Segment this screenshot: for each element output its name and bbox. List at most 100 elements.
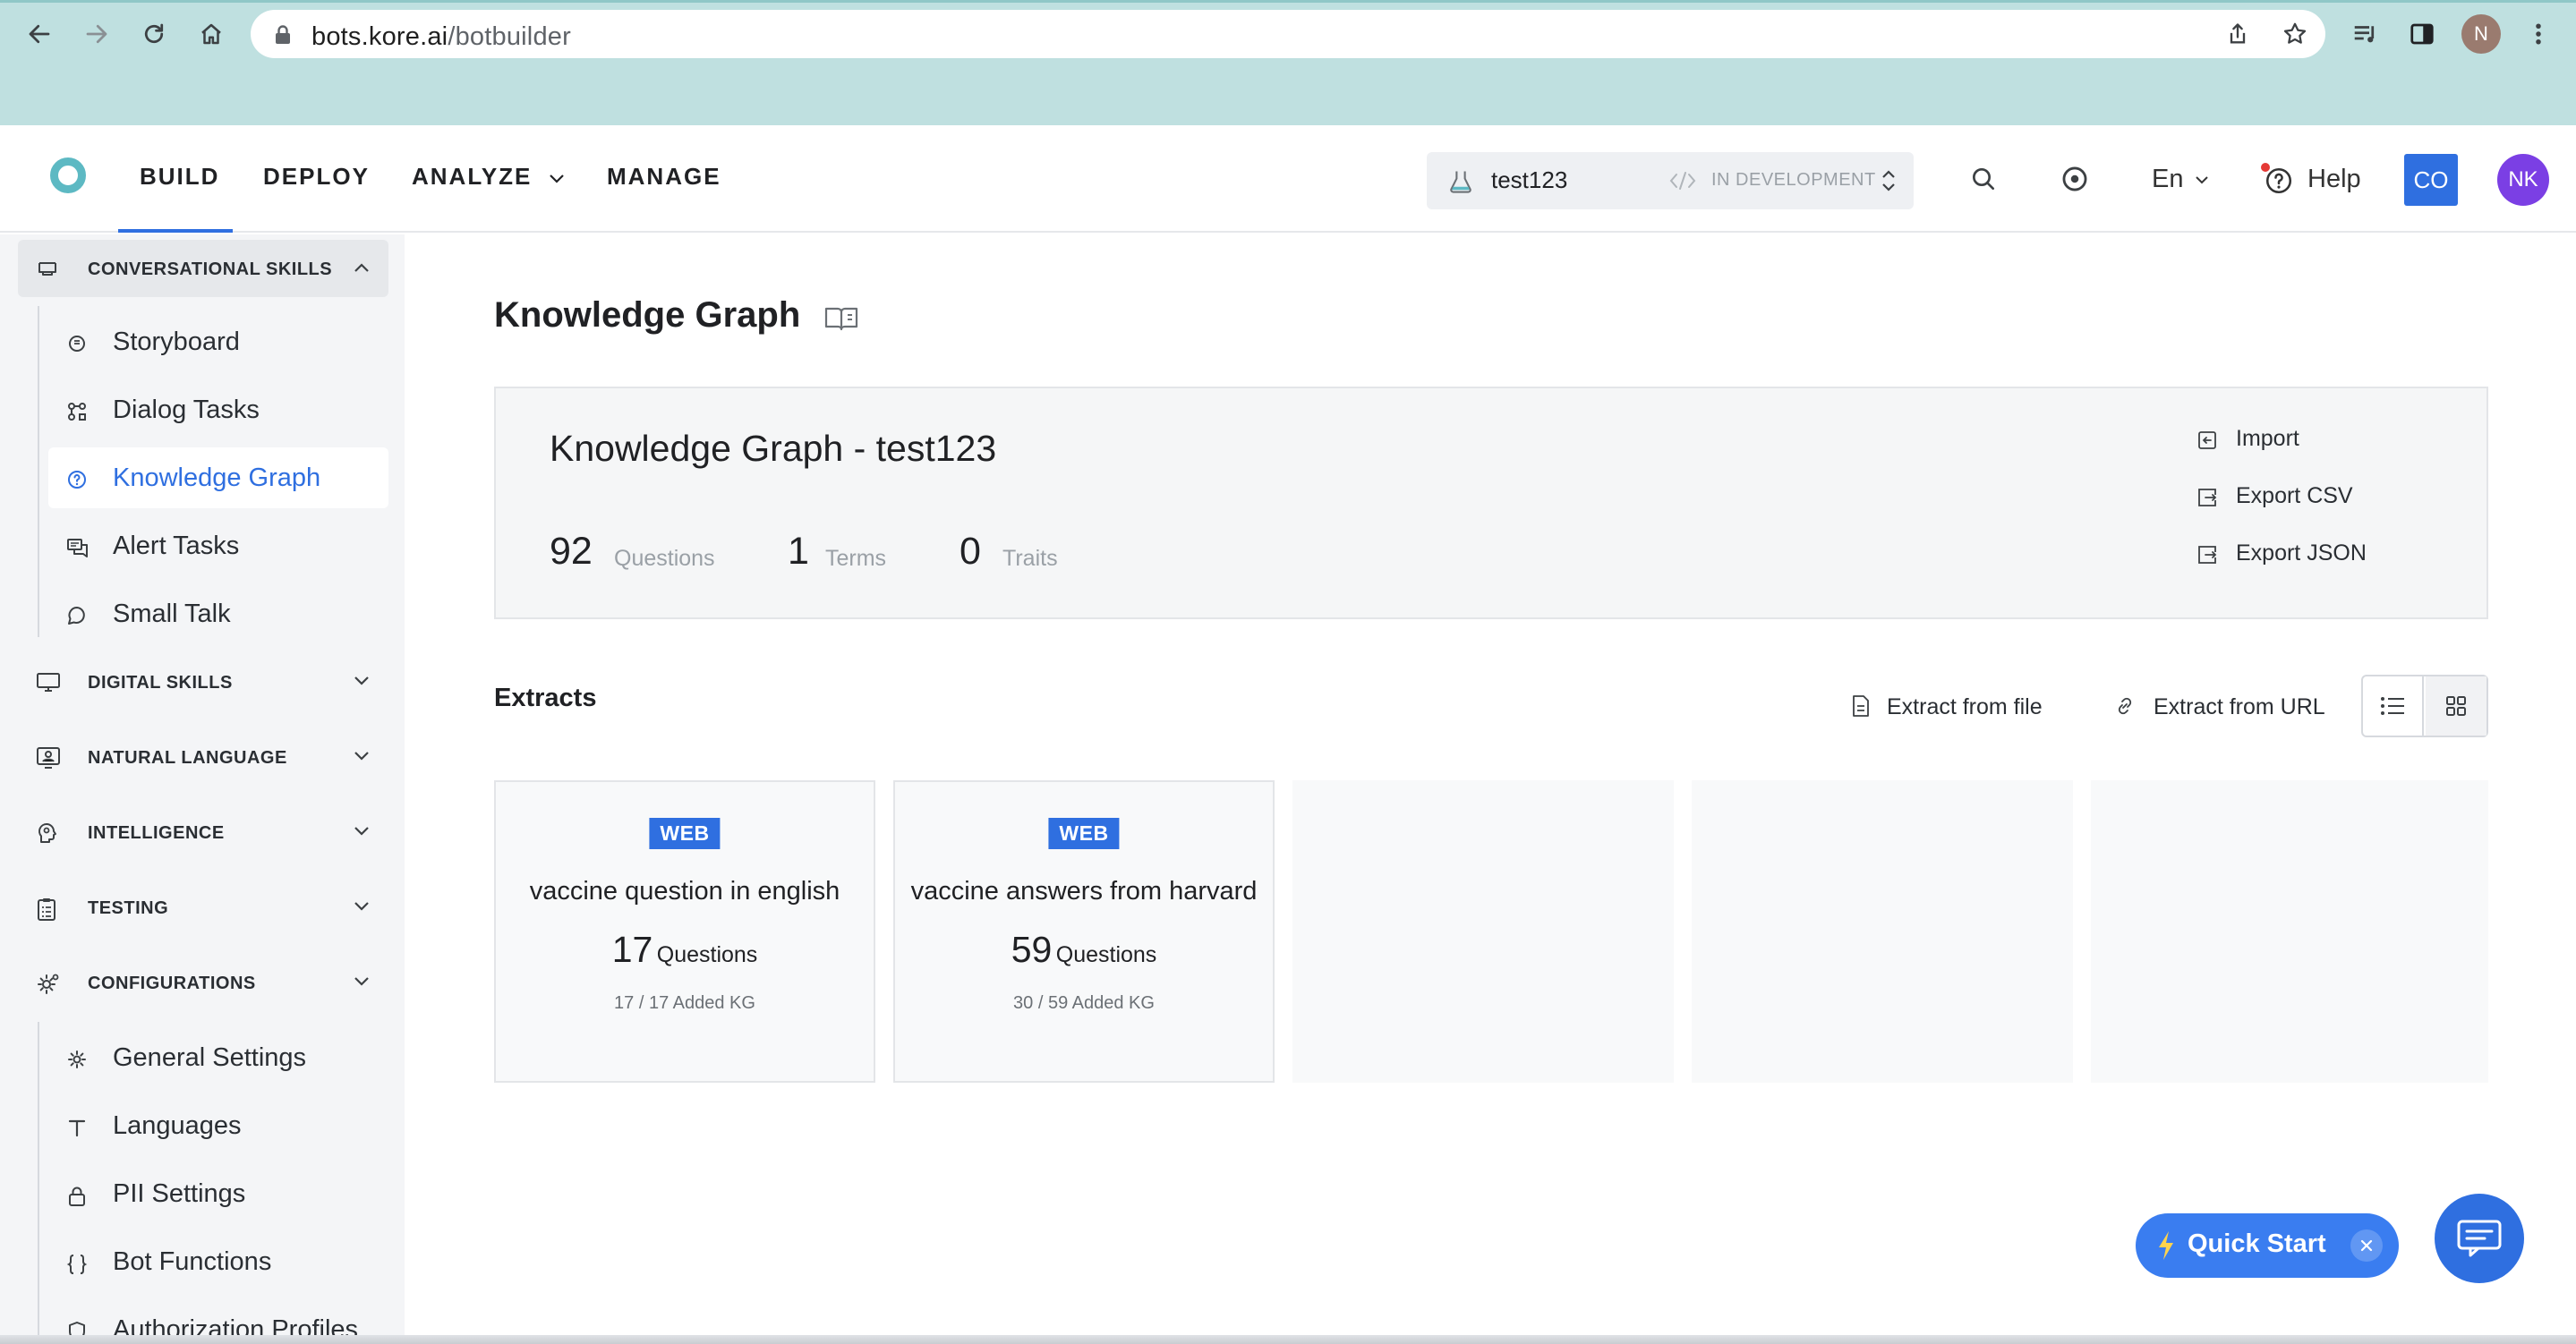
book-docs-icon[interactable] bbox=[823, 304, 859, 333]
code-icon bbox=[1669, 172, 1696, 190]
bot-name: test123 bbox=[1491, 166, 1568, 193]
window-bottom-edge bbox=[0, 1335, 2576, 1344]
sidebar: CONVERSATIONAL SKILLS Storyboard Dialog … bbox=[0, 234, 405, 1344]
sidebar-item-label: Alert Tasks bbox=[113, 532, 240, 560]
sidebar-item-storyboard[interactable]: Storyboard bbox=[48, 311, 388, 372]
active-nav-indicator bbox=[118, 229, 233, 233]
language-label: En bbox=[2152, 165, 2184, 193]
file-icon bbox=[1853, 695, 1869, 717]
chevron-down-icon bbox=[353, 975, 371, 988]
export-icon bbox=[2196, 487, 2218, 508]
url-text: bots.kore.ai/botbuilder bbox=[311, 22, 571, 52]
media-queue-icon[interactable] bbox=[2345, 14, 2384, 54]
language-selector[interactable]: En bbox=[2152, 165, 2209, 194]
back-arrow-icon[interactable] bbox=[20, 14, 59, 54]
export-icon bbox=[2196, 544, 2218, 566]
sidebar-item-bot-functions[interactable]: Bot Functions bbox=[48, 1231, 388, 1292]
home-icon[interactable] bbox=[192, 14, 231, 54]
bookmark-star-icon[interactable] bbox=[2275, 14, 2315, 54]
list-view-icon[interactable] bbox=[2363, 676, 2424, 736]
dialog-tasks-icon bbox=[66, 401, 88, 422]
sidebar-item-knowledge-graph[interactable]: Knowledge Graph bbox=[48, 447, 388, 508]
nav-analyze-label: ANALYZE bbox=[412, 163, 533, 190]
side-panel-icon[interactable] bbox=[2402, 14, 2442, 54]
updown-chevron-icon bbox=[1882, 170, 1895, 191]
chat-support-icon[interactable] bbox=[2435, 1194, 2524, 1283]
terms-count: 1 bbox=[788, 530, 809, 573]
extract-from-url-label: Extract from URL bbox=[2154, 694, 2325, 719]
user-avatar[interactable]: NK bbox=[2497, 154, 2549, 206]
nav-analyze[interactable]: ANALYZE bbox=[412, 163, 566, 191]
help-circle-icon[interactable] bbox=[2261, 163, 2297, 199]
import-icon bbox=[2196, 430, 2218, 451]
extract-card[interactable]: WEB vaccine question in english 17 Quest… bbox=[494, 780, 875, 1083]
alert-chat-icon bbox=[66, 537, 90, 558]
sidebar-item-pii-settings[interactable]: PII Settings bbox=[48, 1163, 388, 1224]
address-bar[interactable]: bots.kore.ai/botbuilder bbox=[251, 10, 2325, 58]
sidebar-item-label: PII Settings bbox=[113, 1179, 246, 1208]
nav-build[interactable]: BUILD bbox=[140, 163, 219, 191]
added-to-kg-status: 17 / 17 Added KG bbox=[614, 993, 755, 1013]
empty-card-placeholder bbox=[1692, 780, 2073, 1083]
section-digital-skills[interactable]: DIGITAL SKILLS bbox=[18, 653, 388, 710]
flask-icon bbox=[1450, 171, 1471, 193]
extract-title: vaccine question in english bbox=[529, 877, 840, 906]
extract-card[interactable]: WEB vaccine answers from harvard 59 Ques… bbox=[893, 780, 1275, 1083]
reload-icon[interactable] bbox=[134, 14, 174, 54]
bot-status: IN DEVELOPMENT bbox=[1711, 170, 1876, 190]
chevron-down-icon bbox=[353, 825, 371, 838]
sidebar-item-dialog-tasks[interactable]: Dialog Tasks bbox=[48, 379, 388, 440]
questions-label: Questions bbox=[614, 546, 715, 571]
share-icon[interactable] bbox=[2218, 14, 2257, 54]
sidebar-item-label: Bot Functions bbox=[113, 1247, 272, 1276]
export-csv-label: Export CSV bbox=[2236, 483, 2353, 508]
subnav-guide-line bbox=[38, 1022, 39, 1344]
section-label: INTELLIGENCE bbox=[88, 823, 225, 843]
chevron-down-icon bbox=[2195, 176, 2208, 184]
question-count-label: Questions bbox=[656, 942, 758, 967]
extract-question-count: 17 Questions bbox=[496, 929, 874, 971]
lightning-bolt-icon bbox=[2155, 1229, 2177, 1262]
bot-switcher[interactable]: test123 IN DEVELOPMENT bbox=[1427, 152, 1914, 209]
extract-from-url-button[interactable]: Extract from URL bbox=[2114, 694, 2325, 720]
section-conversational-skills[interactable]: CONVERSATIONAL SKILLS bbox=[18, 240, 388, 297]
workspace-badge[interactable]: CO bbox=[2404, 154, 2458, 206]
search-icon[interactable] bbox=[1966, 161, 2001, 197]
sidebar-item-label: Small Talk bbox=[113, 600, 231, 628]
page-title: Knowledge Graph bbox=[494, 295, 801, 335]
sidebar-item-languages[interactable]: Languages bbox=[48, 1095, 388, 1156]
close-icon[interactable] bbox=[2350, 1229, 2383, 1262]
section-natural-language[interactable]: NATURAL LANGUAGE bbox=[18, 728, 388, 786]
section-label: DIGITAL SKILLS bbox=[88, 673, 233, 693]
forward-arrow-icon[interactable] bbox=[77, 14, 116, 54]
extract-from-file-label: Extract from file bbox=[1887, 694, 2043, 719]
more-vertical-icon[interactable] bbox=[2519, 14, 2558, 54]
kg-name: Knowledge Graph - test123 bbox=[550, 428, 997, 469]
added-to-kg-status: 30 / 59 Added KG bbox=[1013, 993, 1155, 1013]
section-label: NATURAL LANGUAGE bbox=[88, 748, 287, 768]
kore-logo[interactable] bbox=[50, 157, 86, 193]
sidebar-item-general-settings[interactable]: General Settings bbox=[48, 1027, 388, 1088]
sidebar-item-small-talk[interactable]: Small Talk bbox=[48, 583, 388, 644]
question-count-value: 59 bbox=[1011, 929, 1053, 970]
gear-icon bbox=[66, 1049, 88, 1070]
nav-deploy[interactable]: DEPLOY bbox=[263, 163, 370, 191]
section-testing[interactable]: TESTING bbox=[18, 879, 388, 936]
nav-manage[interactable]: MANAGE bbox=[607, 163, 721, 191]
sidebar-item-alert-tasks[interactable]: Alert Tasks bbox=[48, 515, 388, 576]
section-intelligence[interactable]: INTELLIGENCE bbox=[18, 804, 388, 861]
help-link[interactable]: Help bbox=[2307, 165, 2361, 194]
question-circle-icon bbox=[66, 469, 88, 490]
section-configurations[interactable]: CONFIGURATIONS bbox=[18, 954, 388, 1011]
target-icon[interactable] bbox=[2057, 161, 2093, 197]
quick-start-button[interactable]: Quick Start bbox=[2136, 1213, 2399, 1278]
source-type-badge: WEB bbox=[1048, 818, 1120, 849]
quick-start-label: Quick Start bbox=[2188, 1229, 2326, 1258]
conversation-icon bbox=[36, 258, 59, 279]
browser-profile-avatar[interactable]: N bbox=[2461, 14, 2501, 54]
extract-from-file-button[interactable]: Extract from file bbox=[1851, 694, 2043, 720]
grid-view-icon[interactable] bbox=[2426, 676, 2486, 736]
chevron-down-icon bbox=[549, 174, 564, 183]
question-count-label: Questions bbox=[1055, 942, 1157, 967]
link-icon bbox=[2118, 697, 2132, 715]
